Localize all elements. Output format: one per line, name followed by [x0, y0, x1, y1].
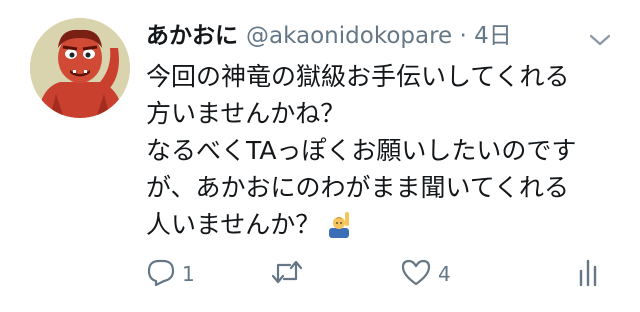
- reply-icon: [146, 257, 176, 292]
- tweet-text-line: なるべくTAっぽくお願いしたいのです: [146, 136, 577, 165]
- tweet-actions: 1 4: [146, 256, 616, 292]
- analytics-icon: [576, 257, 600, 292]
- tweet-text-line-last: 人いませんか？: [146, 206, 626, 248]
- separator-dot: ·: [459, 23, 467, 49]
- red-oni-avatar-image: [30, 18, 130, 118]
- tweet-card[interactable]: あかおに @akaonidokopare · 4日 今回の神竜の獄級お手伝いしてく…: [0, 0, 640, 312]
- tweet-text-line: が、あかおにのわがまま聞いてくれる: [146, 173, 570, 202]
- avatar[interactable]: [30, 18, 130, 118]
- chevron-down-icon[interactable]: [586, 28, 614, 52]
- reply-count: 1: [182, 262, 195, 286]
- analytics-button[interactable]: [576, 256, 600, 292]
- tweet-text: 今回の神竜の獄級お手伝いしてくれる 方いませんかね？ なるべくTAっぽくお願いし…: [146, 58, 626, 248]
- retweet-button[interactable]: [270, 256, 310, 292]
- tweet-header: あかおに @akaonidokopare · 4日: [146, 20, 512, 52]
- author-name[interactable]: あかおに: [146, 23, 238, 49]
- like-count: 4: [438, 262, 451, 286]
- tweet-text-line: 人いませんか？: [146, 210, 321, 239]
- author-handle[interactable]: @akaonidokopare: [246, 23, 452, 49]
- tweet-text-line: 方いませんかね？: [146, 99, 346, 128]
- like-button[interactable]: 4: [400, 256, 451, 292]
- heart-icon: [400, 257, 432, 292]
- tweet-timestamp[interactable]: 4日: [474, 23, 512, 49]
- reply-button[interactable]: 1: [146, 256, 195, 292]
- tweet-text-line: 今回の神竜の獄級お手伝いしてくれる: [146, 62, 570, 91]
- retweet-icon: [270, 257, 304, 292]
- raising-hand-emoji-icon: [326, 210, 352, 248]
